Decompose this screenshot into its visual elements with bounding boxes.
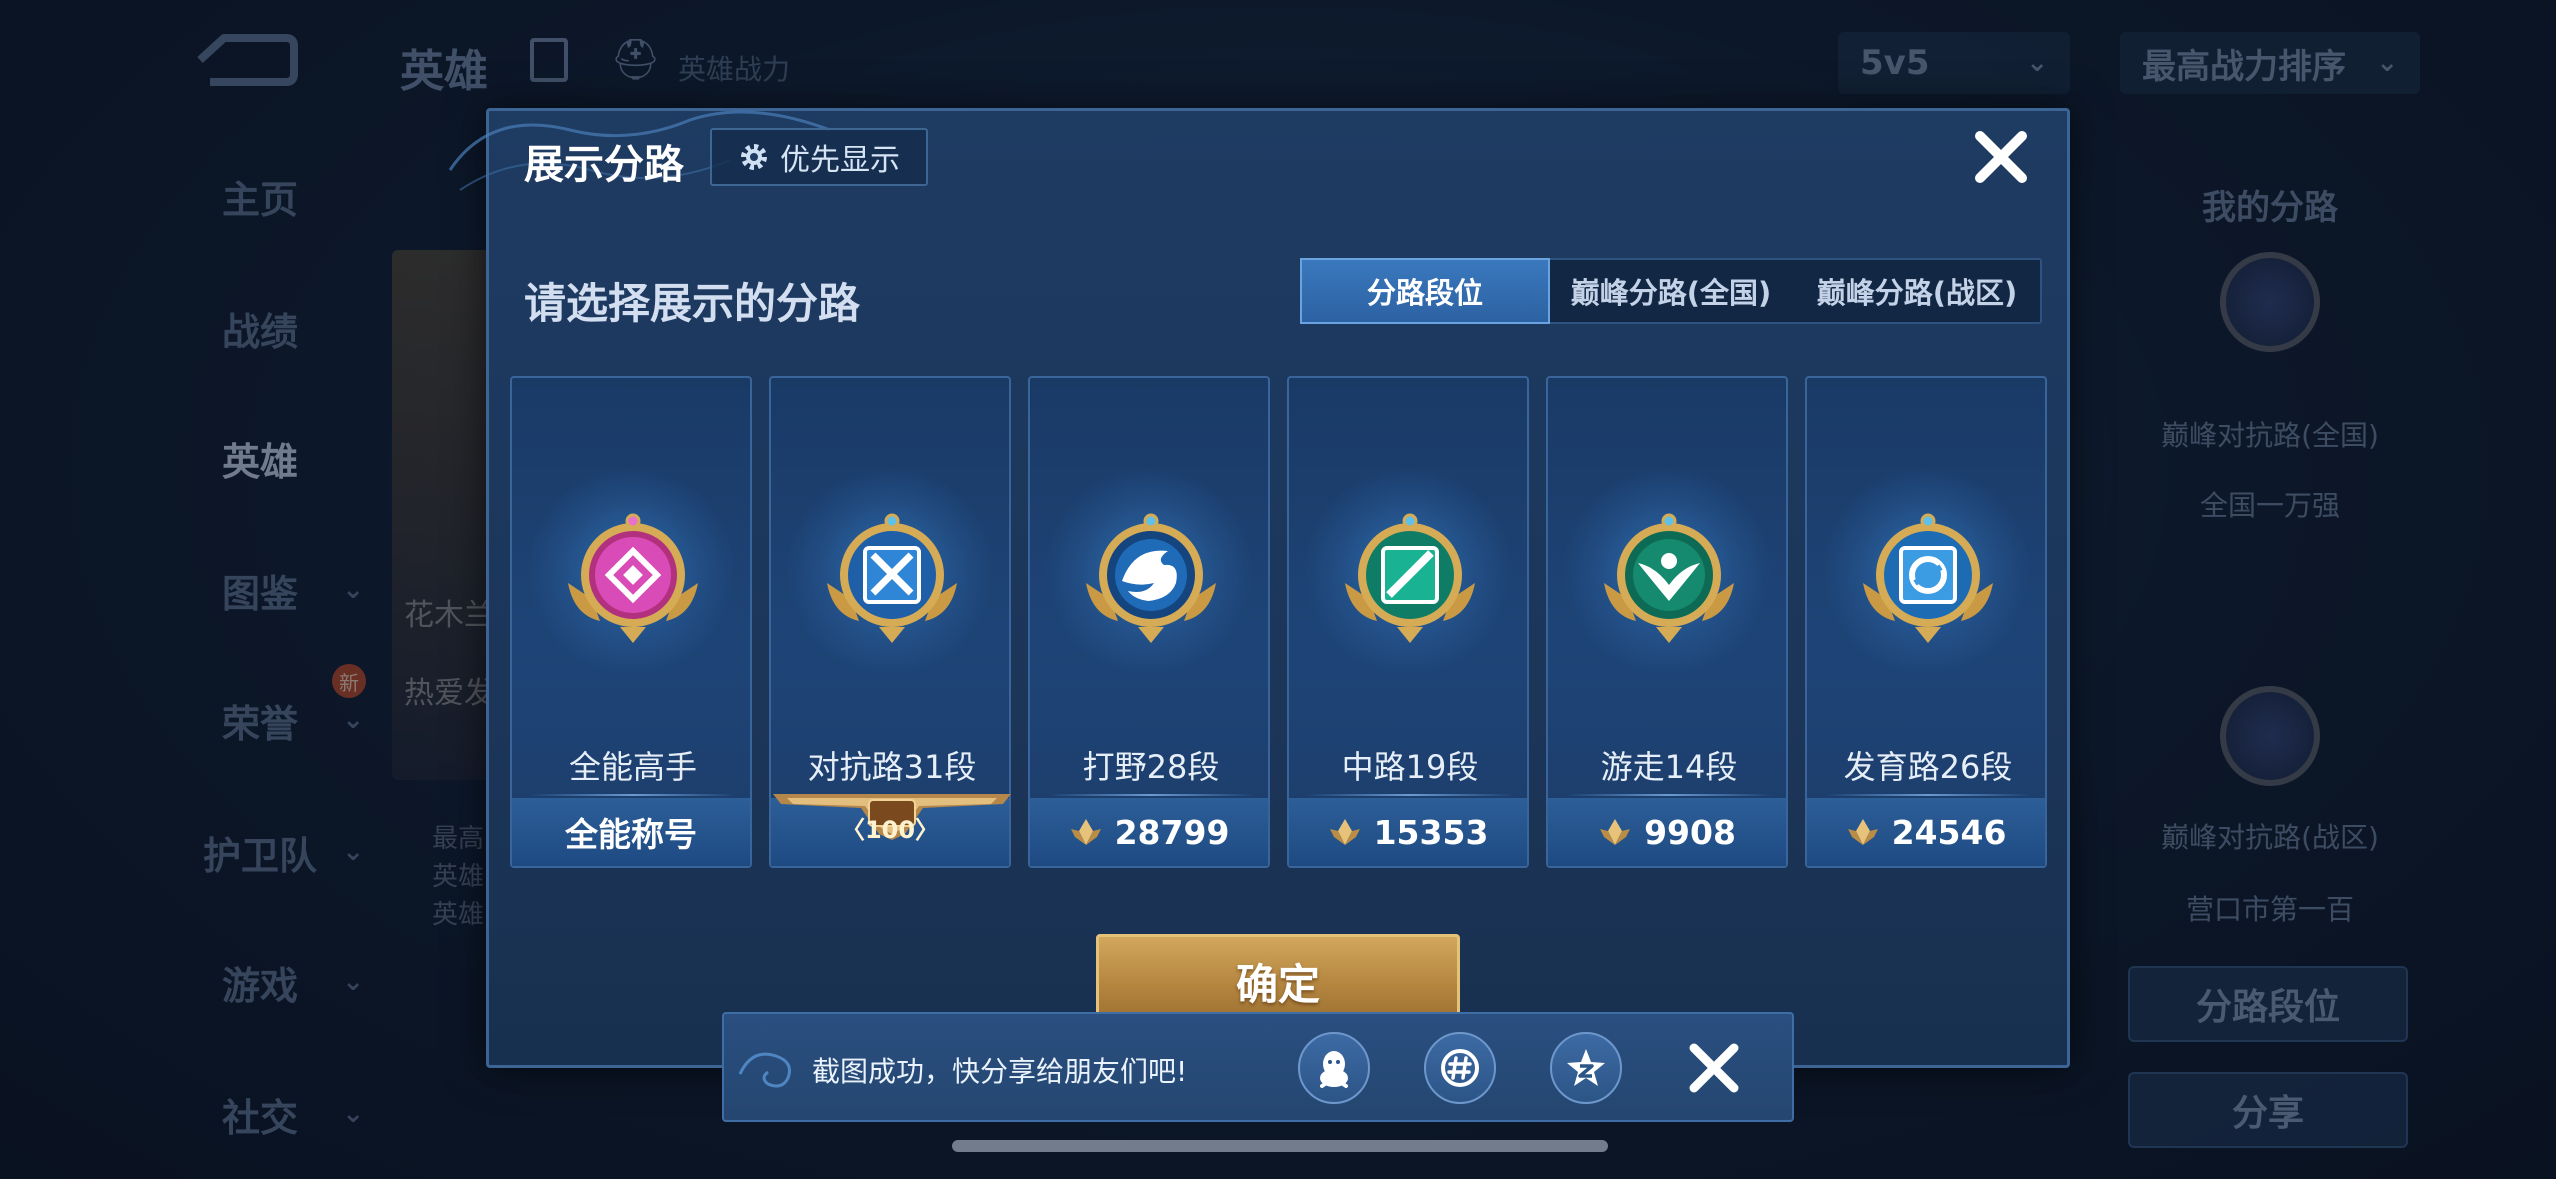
- lane-footer: 24546: [1807, 798, 2045, 866]
- jungle-badge-icon: [1086, 513, 1216, 643]
- screenshot-toast: 截图成功，快分享给朋友们吧!: [722, 1012, 1794, 1122]
- roam-badge-icon: [1604, 513, 1734, 643]
- close-icon[interactable]: [1968, 124, 2034, 190]
- farm-lane-badge-icon: [1863, 513, 1993, 643]
- lane-cards: 全能高手 全能称号 对抗路31段 〈100〉 打野28段 28799 中路19段…: [510, 376, 2050, 868]
- lane-card-clash[interactable]: 对抗路31段 〈100〉: [769, 376, 1011, 868]
- peak-points-icon: [1600, 819, 1631, 845]
- lane-points: 28799: [1114, 812, 1230, 852]
- clash-lane-badge-icon: [827, 513, 957, 643]
- lane-card-jungle[interactable]: 打野28段 28799: [1028, 376, 1270, 868]
- qq-icon: [1320, 1051, 1348, 1088]
- close-icon[interactable]: [1682, 1036, 1746, 1100]
- lane-name: 全能高手: [568, 748, 697, 786]
- peak-points-icon: [1847, 819, 1878, 845]
- lane-card-all-rounder[interactable]: 全能高手 全能称号: [510, 376, 752, 868]
- lane-footer: 28799: [1030, 798, 1268, 866]
- lane-title-text: 全能称号: [565, 815, 697, 854]
- lane-name: 打野28段: [1082, 748, 1220, 786]
- lane-footer: 15353: [1289, 798, 1527, 866]
- qzone-icon: [1567, 1049, 1605, 1086]
- all-rounder-badge-icon: [568, 513, 698, 643]
- lane-name: 中路19段: [1341, 748, 1479, 786]
- lane-name: 对抗路31段: [807, 748, 977, 786]
- lane-points: 15353: [1373, 812, 1489, 852]
- home-indicator[interactable]: [952, 1140, 1608, 1152]
- tab-peak-national[interactable]: 巅峰分路(全国): [1548, 260, 1794, 322]
- tab-lane-rank[interactable]: 分路段位: [1300, 258, 1550, 324]
- lane-tabs: 分路段位 巅峰分路(全国) 巅峰分路(战区): [1300, 258, 2042, 324]
- share-moments-button[interactable]: [1424, 1032, 1496, 1104]
- rank-plate-value: 〈100〉: [840, 816, 940, 844]
- priority-display-button[interactable]: 优先显示: [710, 128, 928, 186]
- lane-points: 9908: [1644, 812, 1736, 852]
- mid-lane-badge-icon: [1345, 513, 1475, 643]
- modal-title: 展示分路: [524, 142, 684, 188]
- lane-name: 发育路26段: [1843, 748, 2013, 786]
- wechat-moments-icon: [1441, 1049, 1479, 1087]
- lane-footer: 〈100〉: [771, 794, 1011, 866]
- gear-icon: [741, 144, 767, 170]
- select-prompt: 请选择展示的分路: [524, 279, 861, 328]
- share-qzone-button[interactable]: [1550, 1032, 1622, 1104]
- lane-card-mid[interactable]: 中路19段 15353: [1287, 376, 1529, 868]
- tab-peak-region[interactable]: 巅峰分路(战区): [1794, 260, 2040, 322]
- lane-footer: 全能称号: [512, 798, 750, 866]
- lane-points: 24546: [1891, 812, 2007, 852]
- peak-points-icon: [1070, 819, 1101, 845]
- toast-message: 截图成功，快分享给朋友们吧!: [812, 1055, 1188, 1088]
- share-qq-button[interactable]: [1298, 1032, 1370, 1104]
- lane-name: 游走14段: [1600, 748, 1738, 786]
- lane-footer: 9908: [1548, 798, 1786, 866]
- decorative-swirl-icon: [738, 1052, 791, 1088]
- peak-points-icon: [1329, 819, 1360, 845]
- lane-card-roam[interactable]: 游走14段 9908: [1546, 376, 1788, 868]
- lane-card-farm[interactable]: 发育路26段 24546: [1805, 376, 2047, 868]
